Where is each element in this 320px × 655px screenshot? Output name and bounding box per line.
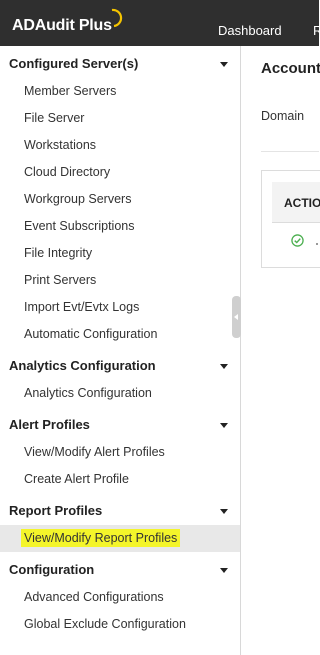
app-logo[interactable]: ADAudit Plus bbox=[12, 17, 112, 35]
highlighted-label: View/Modify Report Profiles bbox=[21, 529, 181, 547]
sidebar-item-workstations[interactable]: Workstations bbox=[0, 132, 240, 159]
sidebar-item-import-evt-logs[interactable]: Import Evt/Evtx Logs bbox=[0, 294, 240, 321]
section-report-profiles[interactable]: Report Profiles bbox=[0, 497, 240, 525]
chevron-down-icon[interactable] bbox=[220, 509, 228, 514]
section-title: Alert Profiles bbox=[9, 417, 90, 432]
section-configured-servers[interactable]: Configured Server(s) bbox=[0, 50, 240, 78]
sidebar-item-analytics-configuration[interactable]: Analytics Configuration bbox=[0, 380, 240, 407]
tab-dashboard[interactable]: Dashboard bbox=[218, 23, 282, 38]
sidebar-item-view-modify-alert-profiles[interactable]: View/Modify Alert Profiles bbox=[0, 439, 240, 466]
sidebar-item-view-modify-report-profiles[interactable]: View/Modify Report Profiles bbox=[0, 525, 240, 552]
section-alert-profiles[interactable]: Alert Profiles bbox=[0, 411, 240, 439]
sidebar-item-member-servers[interactable]: Member Servers bbox=[0, 78, 240, 105]
profiles-table: ACTIO bbox=[261, 170, 320, 268]
sidebar-item-workgroup-servers[interactable]: Workgroup Servers bbox=[0, 186, 240, 213]
table-header: ACTIO bbox=[272, 182, 320, 223]
sidebar-item-cloud-directory[interactable]: Cloud Directory bbox=[0, 159, 240, 186]
tab-next[interactable]: R bbox=[313, 23, 320, 38]
sidebar-item-file-integrity[interactable]: File Integrity bbox=[0, 240, 240, 267]
sidebar-item-print-servers[interactable]: Print Servers bbox=[0, 267, 240, 294]
sidebar-item-advanced-configurations[interactable]: Advanced Configurations bbox=[0, 584, 240, 611]
logo-arc-icon bbox=[111, 8, 123, 28]
section-title: Configured Server(s) bbox=[9, 56, 139, 71]
domain-label: Domain bbox=[261, 109, 305, 123]
section-title: Configuration bbox=[9, 562, 95, 577]
sidebar-item-file-server[interactable]: File Server bbox=[0, 105, 240, 132]
section-title: Report Profiles bbox=[9, 503, 103, 518]
sidebar-item-automatic-configuration[interactable]: Automatic Configuration bbox=[0, 321, 240, 348]
chevron-down-icon[interactable] bbox=[220, 62, 228, 67]
top-bar: ADAudit Plus Dashboard R bbox=[0, 0, 320, 46]
section-analytics-configuration[interactable]: Analytics Configuration bbox=[0, 352, 240, 380]
sidebar-item-create-alert-profile[interactable]: Create Alert Profile bbox=[0, 466, 240, 493]
sidebar-item-global-exclude-configuration[interactable]: Global Exclude Configuration bbox=[0, 611, 240, 638]
page-title: Account bbox=[261, 60, 320, 77]
chevron-down-icon[interactable] bbox=[220, 423, 228, 428]
row-marker bbox=[316, 243, 318, 245]
check-circle-icon[interactable] bbox=[291, 234, 304, 247]
section-configuration[interactable]: Configuration bbox=[0, 556, 240, 584]
chevron-down-icon[interactable] bbox=[220, 364, 228, 369]
column-header-actions[interactable]: ACTIO bbox=[284, 196, 320, 210]
chevron-left-icon bbox=[234, 314, 238, 320]
section-title: Analytics Configuration bbox=[9, 358, 156, 373]
sidebar: Configured Server(s) Member Servers File… bbox=[0, 46, 241, 655]
chevron-down-icon[interactable] bbox=[220, 568, 228, 573]
sidebar-item-event-subscriptions[interactable]: Event Subscriptions bbox=[0, 213, 240, 240]
sidebar-collapse-handle[interactable] bbox=[232, 296, 241, 338]
divider bbox=[261, 151, 319, 152]
